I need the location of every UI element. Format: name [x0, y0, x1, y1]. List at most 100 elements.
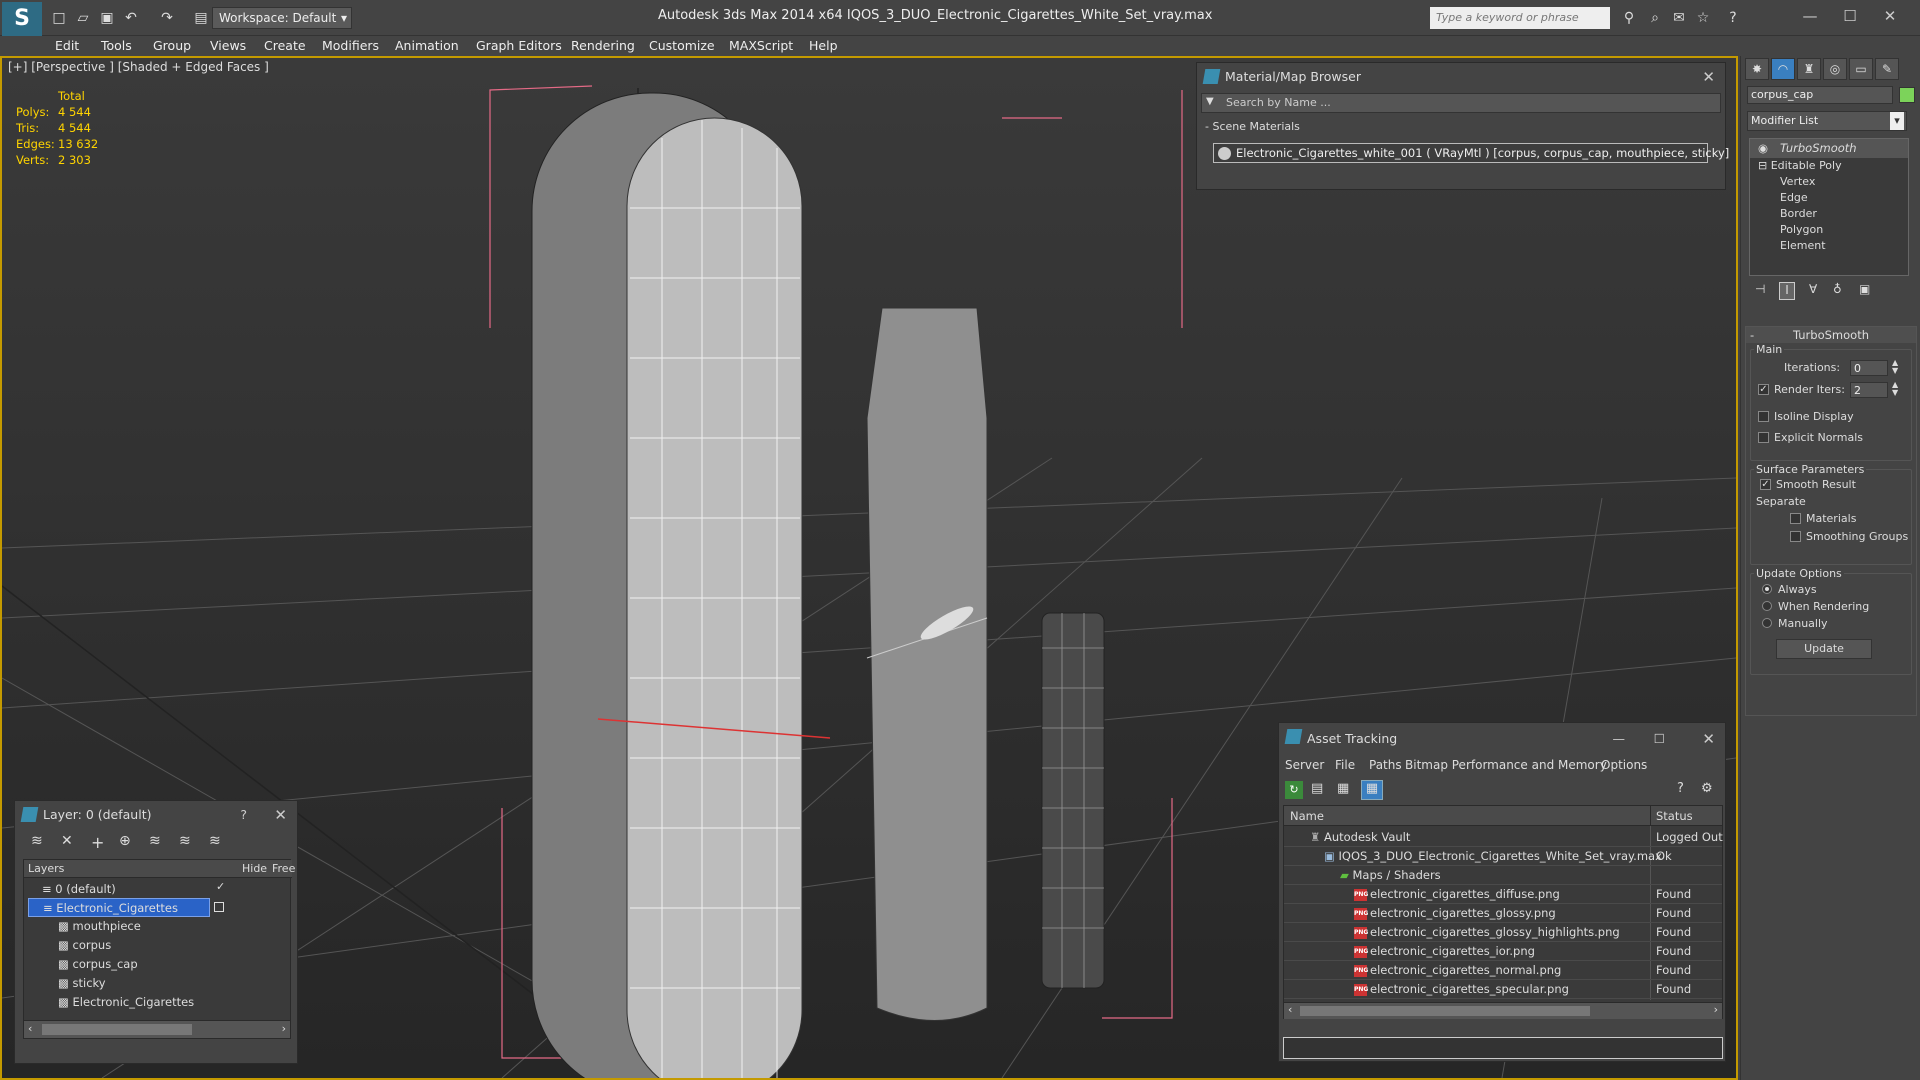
expand-icon[interactable]: ⊟ [1758, 159, 1771, 172]
asset-horizontal-scrollbar[interactable]: ‹ › [1284, 1002, 1722, 1019]
menu-modifiers[interactable]: Modifiers [322, 36, 379, 56]
highlight-layer-icon[interactable]: ≋ [149, 833, 161, 849]
scene-materials-header[interactable]: - Scene Materials [1205, 120, 1300, 133]
col-layers[interactable]: Layers [28, 862, 64, 875]
help-icon[interactable]: ? [240, 801, 247, 829]
render-iters-checkbox[interactable]: ✓ [1758, 384, 1769, 395]
manually-radio[interactable] [1762, 618, 1772, 628]
save-icon[interactable]: ▣ [98, 9, 116, 27]
materials-checkbox[interactable] [1790, 513, 1801, 524]
remove-modifier-icon[interactable]: ♁ [1833, 282, 1842, 296]
smoothing-groups-checkbox[interactable] [1790, 531, 1801, 542]
asset-path-field[interactable] [1283, 1037, 1723, 1059]
hierarchy-tab-icon[interactable]: ♜ [1797, 58, 1821, 80]
scroll-left-icon[interactable]: ‹ [28, 1022, 32, 1035]
material-list-item[interactable]: Electronic_Cigarettes_white_001 ( VRayMt… [1213, 143, 1729, 163]
iterations-input[interactable]: 0 [1850, 360, 1888, 376]
iterations-spinner[interactable]: ▲ ▼ [1892, 359, 1898, 375]
menu-server[interactable]: Server [1285, 758, 1324, 772]
asset-tracking-titlebar[interactable]: Asset Tracking — ☐ ✕ [1279, 723, 1725, 755]
col-freeze[interactable]: Free [272, 862, 295, 875]
open-file-icon[interactable]: ▱ [74, 9, 92, 27]
check-icon[interactable]: ✓ [216, 880, 225, 893]
menu-triangle-icon[interactable]: ▼ [1206, 96, 1214, 107]
freeze-all-icon[interactable]: ≋ [209, 833, 221, 849]
close-button[interactable]: ✕ [1870, 4, 1910, 28]
stack-item-element[interactable]: Element [1780, 236, 1826, 255]
pin-stack-icon[interactable]: ⊣ [1755, 282, 1765, 296]
create-layer-icon[interactable]: ≋ [31, 833, 43, 849]
object-row[interactable]: ▩ mouthpiece [58, 917, 141, 936]
close-icon[interactable]: ✕ [1702, 723, 1715, 755]
object-row[interactable]: ▩ Electronic_Cigarettes [58, 993, 194, 1012]
menu-help[interactable]: Help [809, 36, 838, 56]
select-objects-icon[interactable]: ⊕ [119, 833, 131, 849]
asset-row[interactable]: PNG electronic_cigarettes_normal.png [1354, 961, 1561, 980]
minimize-button[interactable]: — [1790, 4, 1830, 28]
favorites-star-icon[interactable]: ☆ [1694, 9, 1712, 27]
show-end-result-icon[interactable]: I [1779, 282, 1795, 300]
layer-horizontal-scrollbar[interactable]: ‹ › [24, 1020, 290, 1038]
object-color-swatch[interactable] [1899, 87, 1915, 103]
update-button[interactable]: Update [1776, 639, 1872, 659]
configure-sets-icon[interactable]: ▣ [1859, 282, 1870, 296]
maximize-button[interactable]: ☐ [1654, 723, 1665, 755]
maximize-button[interactable]: ☐ [1830, 4, 1870, 28]
isoline-display-checkbox[interactable] [1758, 411, 1769, 422]
asset-row[interactable]: PNG electronic_cigarettes_glossy.png [1354, 904, 1556, 923]
object-row[interactable]: ▩ corpus_cap [58, 955, 138, 974]
list-view-icon[interactable]: ▤ [1311, 781, 1323, 796]
menu-tools[interactable]: Tools [101, 36, 132, 56]
menu-group[interactable]: Group [153, 36, 191, 56]
smooth-result-checkbox[interactable]: ✓ [1760, 479, 1771, 490]
menu-create[interactable]: Create [264, 36, 306, 56]
close-icon[interactable]: ✕ [274, 801, 287, 829]
layer-row[interactable]: ≡ 0 (default) [42, 880, 116, 899]
motion-tab-icon[interactable]: ◎ [1823, 58, 1847, 80]
menu-options[interactable]: Options [1601, 758, 1647, 772]
menu-bitmap-performance[interactable]: Bitmap Performance and Memory [1405, 758, 1607, 772]
create-tab-icon[interactable]: ✸ [1745, 58, 1769, 80]
asset-row[interactable]: PNG electronic_cigarettes_glossy_highligh… [1354, 923, 1620, 942]
layer-row-selected[interactable]: ≡ Electronic_Cigarettes [28, 898, 210, 917]
column-divider[interactable] [1650, 806, 1651, 826]
make-unique-icon[interactable]: ∀ [1809, 282, 1817, 296]
explicit-normals-checkbox[interactable] [1758, 432, 1769, 443]
material-search-input[interactable]: ▼ Search by Name ... [1201, 93, 1721, 113]
menu-rendering[interactable]: Rendering [571, 36, 635, 56]
table-view-icon[interactable]: ▦ [1361, 780, 1383, 800]
menu-customize[interactable]: Customize [649, 36, 715, 56]
minimize-button[interactable]: — [1613, 723, 1626, 755]
scrollbar-thumb[interactable] [1300, 1006, 1590, 1016]
display-tab-icon[interactable]: ▭ [1849, 58, 1873, 80]
scroll-right-icon[interactable]: › [1714, 1003, 1718, 1016]
menu-file[interactable]: File [1335, 758, 1355, 772]
new-file-icon[interactable]: □ [50, 9, 68, 27]
col-status[interactable]: Status [1656, 809, 1693, 823]
asset-row[interactable]: ▰ Maps / Shaders [1340, 866, 1441, 885]
refresh-icon[interactable]: ↻ [1285, 781, 1303, 799]
scrollbar-thumb[interactable] [42, 1024, 192, 1035]
asset-row[interactable]: ♜ Autodesk Vault [1310, 828, 1410, 847]
object-row[interactable]: ▩ sticky [58, 974, 106, 993]
project-folder-icon[interactable]: ▤ [192, 9, 210, 27]
render-iters-spinner[interactable]: ▲ ▼ [1892, 381, 1898, 397]
col-hide[interactable]: Hide [242, 862, 267, 875]
scroll-right-icon[interactable]: › [282, 1022, 286, 1035]
redo-icon[interactable]: ↷ [158, 9, 176, 27]
active-layer-icon[interactable] [214, 902, 224, 912]
delete-layer-icon[interactable]: ✕ [61, 833, 73, 849]
rollout-header[interactable]: - TurboSmooth [1746, 327, 1916, 343]
always-radio[interactable] [1762, 584, 1772, 594]
close-icon[interactable]: ✕ [1702, 63, 1715, 91]
help-icon[interactable]: ? [1724, 9, 1742, 27]
layer-panel-titlebar[interactable]: Layer: 0 (default)? ✕ [15, 801, 297, 829]
menu-graph-editors[interactable]: Graph Editors [476, 36, 562, 56]
utilities-tab-icon[interactable]: ✎ [1875, 58, 1899, 80]
menu-paths[interactable]: Paths [1369, 758, 1402, 772]
settings-icon[interactable]: ⚙ [1701, 781, 1713, 796]
menu-maxscript[interactable]: MAXScript [729, 36, 793, 56]
asset-row[interactable]: PNG electronic_cigarettes_ior.png [1354, 942, 1535, 961]
viewport-label[interactable]: [+] [Perspective ] [Shaded + Edged Faces… [8, 60, 269, 74]
asset-row[interactable]: PNG electronic_cigarettes_specular.png [1354, 980, 1569, 999]
